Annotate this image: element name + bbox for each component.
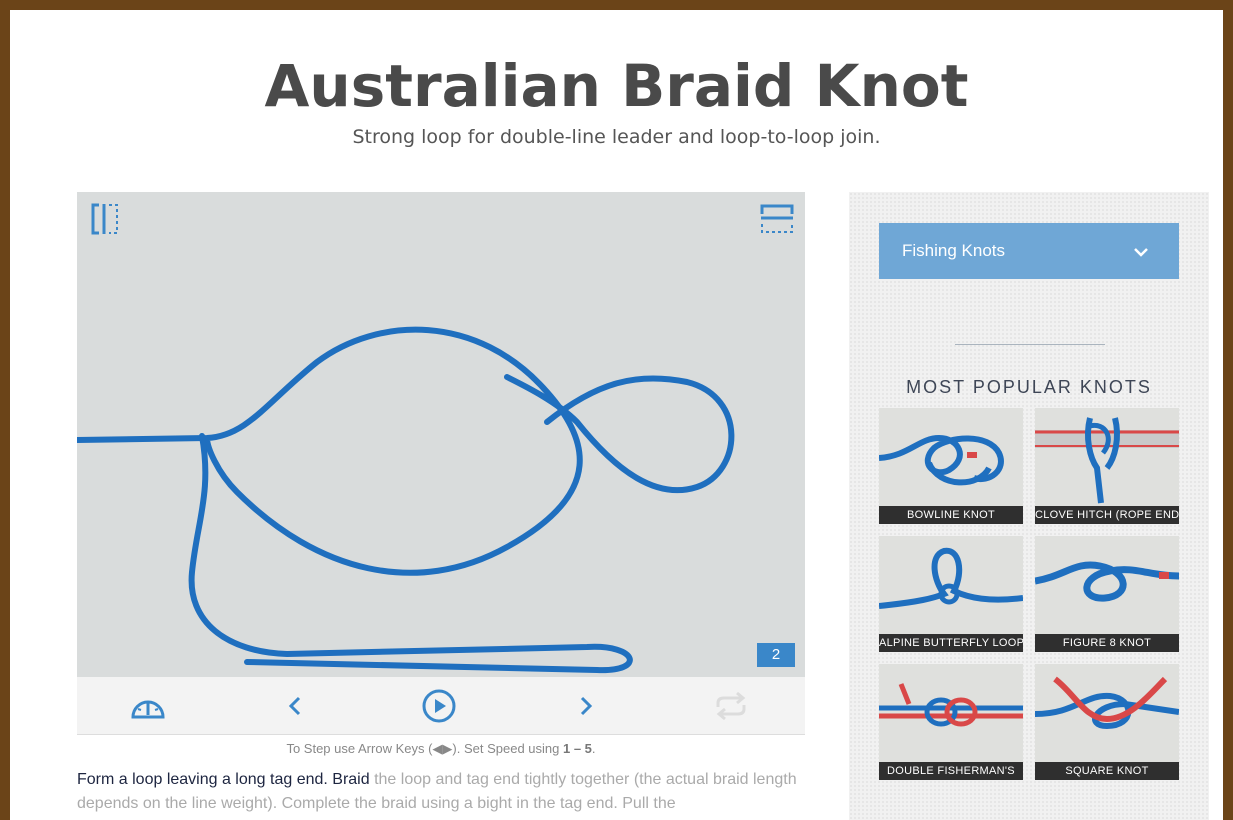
knot-animation-viewer[interactable]: 2 [77,192,805,677]
keyboard-hint: To Step use Arrow Keys (◀▶). Set Speed u… [77,741,805,757]
knot-tile-double-fishermans[interactable]: DOUBLE FISHERMAN'S [879,664,1023,780]
play-icon [422,689,456,723]
description-highlight: Form a loop leaving a long tag end. Brai… [77,771,370,788]
knot-description: Form a loop leaving a long tag end. Brai… [77,768,805,816]
chevron-down-icon [1133,243,1149,263]
chevron-right-icon [580,696,593,716]
bowline-knot-image [879,434,1004,486]
play-button[interactable] [419,687,459,725]
divider [955,344,1105,345]
fullscreen-icon[interactable] [759,202,795,238]
hint-speed-keys: 1 – 5 [562,741,592,756]
knot-tile-label: DOUBLE FISHERMAN'S [879,762,1023,780]
alpine-butterfly-image [879,547,1023,609]
knot-tile-label: FIGURE 8 KNOT [1035,634,1179,652]
repeat-button[interactable] [711,687,751,725]
knot-tile-label: SQUARE KNOT [1035,762,1179,780]
hint-text-end: . [591,741,596,756]
knot-tile-alpine-butterfly[interactable]: ALPINE BUTTERFLY LOOP [879,536,1023,652]
previous-step-button[interactable] [275,687,315,725]
arrow-keys-icon: ◀▶ [432,741,453,756]
square-knot-image [1035,676,1179,730]
category-dropdown[interactable]: Fishing Knots [879,223,1179,279]
page-subtitle: Strong loop for double-line leader and l… [352,126,881,148]
knot-tile-square-knot[interactable]: SQUARE KNOT [1035,664,1179,780]
step-counter-badge: 2 [757,643,795,667]
figure-8-knot-image [1035,561,1179,602]
page-title: Australian Braid Knot [264,52,969,120]
knot-tile-figure-8[interactable]: FIGURE 8 KNOT [1035,536,1179,652]
sidebar: Fishing Knots MOST POPULAR KNOTS BOWLINE… [849,192,1209,820]
knot-tile-label: BOWLINE KNOT [879,506,1023,524]
page-frame: Australian Braid Knot Strong loop for do… [10,10,1223,820]
knot-tile-label: ALPINE BUTTERFLY LOOP [879,634,1023,652]
player-controls [77,677,805,735]
speed-button[interactable] [128,687,168,725]
hint-text-2: ). Set Speed using [452,741,563,756]
knot-tile-bowline[interactable]: BOWLINE KNOT [879,408,1023,524]
knot-tile-clove-hitch[interactable]: CLOVE HITCH (ROPE END) [1035,408,1179,524]
split-view-icon[interactable] [89,202,121,240]
chevron-left-icon [288,696,301,716]
popular-knots-heading: MOST POPULAR KNOTS [906,377,1152,397]
category-dropdown-label: Fishing Knots [902,241,1005,260]
double-fishermans-image [879,683,1023,727]
clove-hitch-image [1035,417,1179,504]
hint-text-1: To Step use Arrow Keys ( [286,741,433,756]
repeat-icon [716,691,746,721]
next-step-button[interactable] [566,687,606,725]
speed-gauge-icon [131,700,165,719]
knot-tile-label: CLOVE HITCH (ROPE END) [1035,506,1179,524]
rope-illustration [77,326,735,674]
